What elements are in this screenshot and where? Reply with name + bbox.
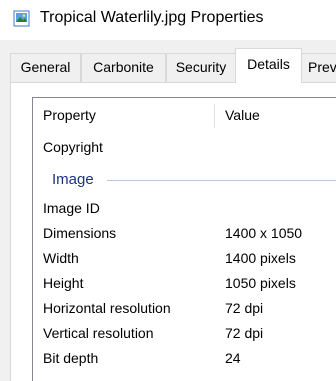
title-bar: Tropical Waterlily.jpg Properties [0, 0, 336, 40]
property-name: Copyright [43, 139, 103, 155]
property-column-header[interactable]: Property [43, 98, 96, 132]
property-name: Dimensions [43, 225, 117, 241]
group-divider [107, 180, 336, 181]
property-name: Bit depth [43, 350, 99, 366]
window-title: Tropical Waterlily.jpg Properties [40, 9, 264, 26]
tab-previous-versions[interactable]: Prev [301, 53, 336, 82]
property-value: 1400 pixels [225, 250, 296, 266]
image-file-icon [13, 10, 30, 27]
list-item[interactable]: Image ID [33, 196, 336, 221]
property-value: 1400 x 1050 [225, 225, 303, 241]
list-item[interactable]: Horizontal resolution 72 dpi [33, 296, 336, 321]
tab-carbonite[interactable]: Carbonite [81, 53, 166, 82]
value-column-header[interactable]: Value [225, 98, 260, 132]
tab-security[interactable]: Security [166, 53, 236, 82]
property-name: Image ID [43, 200, 100, 216]
list-item[interactable]: Height 1050 pixels [33, 271, 336, 296]
tab-strip: General Carbonite Security Details Prev [10, 48, 336, 83]
properties-window: Tropical Waterlily.jpg Properties Genera… [0, 0, 336, 381]
property-value: 72 dpi [225, 300, 264, 316]
property-name: Vertical resolution [43, 325, 154, 341]
property-value: 24 [225, 350, 241, 366]
property-name: Width [43, 250, 79, 266]
group-label: Image [52, 171, 94, 188]
list-item[interactable]: Width 1400 pixels [33, 246, 336, 271]
property-value: 1050 pixels [225, 275, 296, 291]
list-item[interactable]: Copyright [33, 135, 336, 160]
tab-details[interactable]: Details [235, 48, 302, 83]
details-list[interactable]: Property Value Copyright Image Image ID … [32, 97, 336, 381]
list-item[interactable]: Vertical resolution 72 dpi [33, 321, 336, 346]
list-item[interactable]: Dimensions 1400 x 1050 [33, 221, 336, 246]
property-name: Height [43, 275, 84, 291]
property-value: 72 dpi [225, 325, 264, 341]
property-name: Horizontal resolution [43, 300, 171, 316]
group-header-image[interactable]: Image [33, 168, 336, 192]
column-divider[interactable] [214, 104, 215, 128]
tab-general[interactable]: General [10, 53, 81, 82]
list-item[interactable]: Bit depth 24 [33, 346, 336, 371]
